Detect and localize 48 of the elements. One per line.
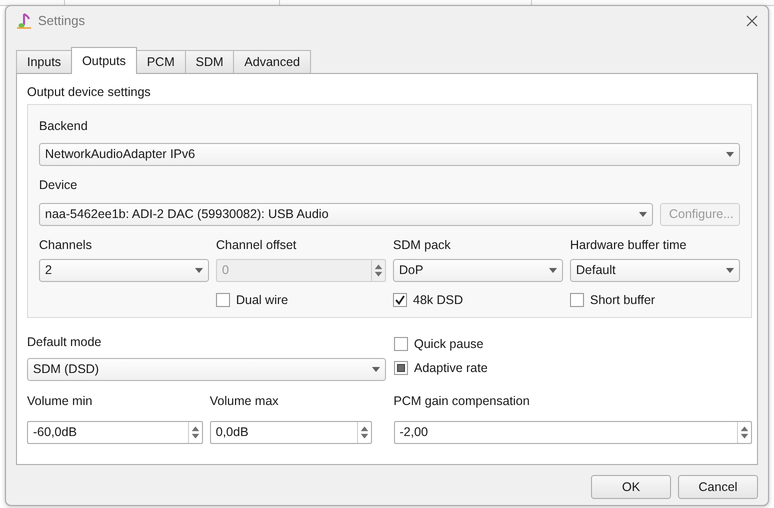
- tab[interactable]: Outputs: [71, 47, 137, 74]
- field-label: Volume min: [27, 393, 94, 409]
- dropdown[interactable]: naa-5462ee1b: ADI-2 DAC (59930082): USB Audio: [39, 203, 653, 226]
- checkbox[interactable]: [394, 337, 408, 351]
- checkbox[interactable]: [394, 361, 408, 375]
- dropdown[interactable]: DoP: [393, 259, 563, 282]
- tab[interactable]: SDM: [184, 50, 234, 73]
- caret-icon: [726, 152, 734, 157]
- field-label: Volume max: [210, 393, 280, 409]
- dropdown[interactable]: SDM (DSD): [27, 358, 386, 381]
- checkbox-label: Adaptive rate: [414, 360, 488, 377]
- spin-arrows-icon[interactable]: [737, 422, 751, 443]
- spin-arrows-icon[interactable]: [188, 422, 202, 443]
- field-label: Hardware buffer time: [570, 237, 688, 253]
- caret-icon: [726, 268, 734, 273]
- tab[interactable]: Advanced: [233, 50, 312, 73]
- tab[interactable]: PCM: [136, 50, 186, 73]
- spin-box[interactable]: 0,0dB: [210, 421, 372, 444]
- checkbox[interactable]: [570, 293, 584, 307]
- dialog-button[interactable]: Cancel: [678, 475, 758, 499]
- window-title: Settings: [38, 12, 85, 30]
- field-label: Channels: [39, 237, 93, 253]
- field-label: Device: [39, 177, 78, 193]
- close-icon[interactable]: [746, 15, 758, 27]
- field-label: SDM pack: [393, 237, 452, 253]
- spin-box[interactable]: -2,00: [394, 421, 752, 444]
- spin-arrows-icon[interactable]: [356, 422, 371, 443]
- group-title: Output device settings: [27, 84, 152, 100]
- caret-icon: [372, 367, 380, 372]
- checkbox[interactable]: [393, 293, 407, 307]
- field-label: PCM gain compensation: [394, 393, 531, 409]
- checkbox-label: Dual wire: [236, 292, 288, 309]
- field-label: Channel offset: [216, 237, 298, 253]
- dialog-button[interactable]: OK: [591, 475, 671, 499]
- spin-box[interactable]: -60,0dB: [27, 421, 203, 444]
- field-label: Default mode: [27, 334, 102, 350]
- field-label: Backend: [39, 118, 89, 134]
- tab[interactable]: Inputs: [16, 50, 72, 73]
- dropdown[interactable]: Default: [570, 259, 740, 282]
- checkbox-label: 48k DSD: [413, 292, 464, 309]
- app-logo-icon: [15, 12, 33, 30]
- caret-icon: [639, 212, 647, 217]
- caret-icon: [195, 268, 203, 273]
- caret-icon: [549, 268, 557, 273]
- checkbox-label: Quick pause: [414, 336, 484, 353]
- dropdown[interactable]: 2: [39, 259, 209, 282]
- dropdown[interactable]: NetworkAudioAdapter IPv6: [39, 143, 740, 166]
- checkbox-label: Short buffer: [590, 292, 656, 309]
